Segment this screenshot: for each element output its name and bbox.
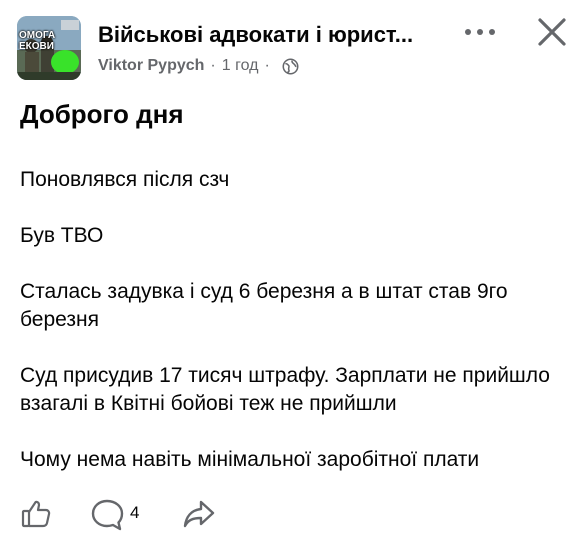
post-paragraph: Суд присудив 17 тисяч штрафу. Зарплати н… [20,364,550,415]
post-paragraph: Чому нема навіть мінімальної заробітної … [20,448,480,471]
share-icon [183,500,215,528]
globe-icon [282,58,299,74]
avatar-caption: ОМОГА ЕКОВИ [19,30,56,52]
like-button[interactable] [20,498,52,530]
group-avatar[interactable]: ОМОГА ЕКОВИ [17,16,81,80]
meta-separator: · [210,57,216,74]
post-paragraph: Був ТВО [20,224,104,247]
group-name[interactable]: Військові адвокати і юрист... [98,20,428,50]
more-options-button[interactable] [462,20,498,44]
post-time[interactable]: 1 год [222,57,259,75]
post-title: Доброго дня [20,99,184,129]
close-button[interactable] [534,14,570,50]
post-header: ОМОГА ЕКОВИ Військові адвокати і юрист..… [0,0,584,92]
post-meta: Viktor Pypych · 1 год · [98,56,299,76]
comment-button[interactable]: 4 [90,498,139,532]
post-body: Поновлявся після сзч Був ТВО Сталась зад… [20,166,568,474]
close-icon [538,18,566,46]
post-paragraph: Поновлявся після сзч [20,168,230,191]
thumbs-up-icon [21,500,51,528]
post-paragraph: Сталась задувка і суд 6 березня а в штат… [20,280,508,331]
share-button[interactable] [182,498,216,530]
comment-count: 4 [130,503,140,522]
meta-separator-2: · [264,57,270,74]
comment-icon [91,499,124,531]
author-name[interactable]: Viktor Pypych [98,57,204,75]
more-horizontal-icon [465,29,495,35]
post-actions: 4 [0,496,584,536]
